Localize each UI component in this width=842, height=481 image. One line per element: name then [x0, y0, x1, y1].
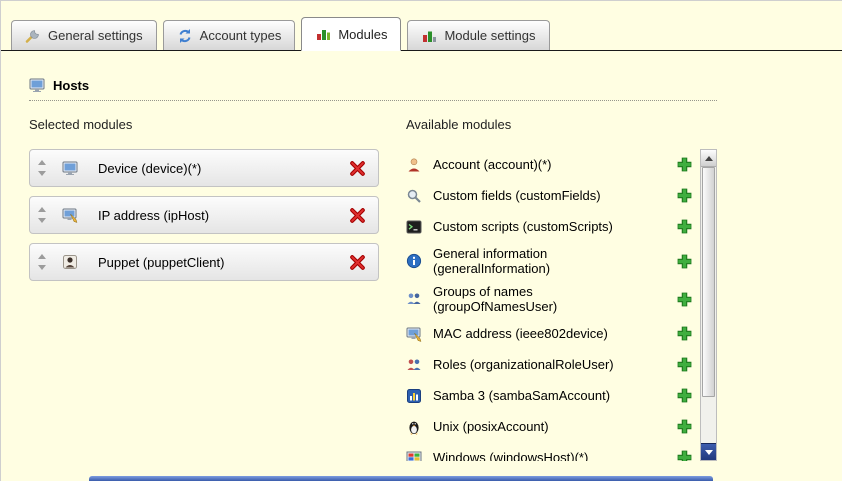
drag-handle-icon[interactable] — [37, 254, 47, 270]
samba-icon — [406, 388, 422, 404]
wrench-icon — [25, 28, 41, 44]
red-x-icon — [349, 254, 366, 271]
tab-general-settings[interactable]: General settings — [11, 20, 157, 50]
custom-fields-icon — [406, 188, 422, 204]
green-plus-icon — [676, 356, 693, 373]
green-plus-icon — [676, 156, 693, 173]
bottom-bar — [89, 476, 713, 481]
ip-address-icon — [62, 207, 78, 223]
tab-account-types[interactable]: Account types — [163, 20, 296, 50]
remove-module-button[interactable] — [349, 160, 366, 177]
windows-icon — [406, 450, 422, 462]
host-monitor-icon — [29, 77, 45, 93]
add-module-button[interactable] — [676, 187, 693, 204]
green-plus-icon — [676, 418, 693, 435]
add-module-button[interactable] — [676, 418, 693, 435]
available-module-row: MAC address (ieee802device) — [406, 318, 693, 349]
add-module-button[interactable] — [676, 156, 693, 173]
tab-label: General settings — [48, 28, 143, 43]
down-arrow-icon — [705, 450, 713, 455]
module-label: Device (device)(*) — [98, 161, 201, 176]
module-label: Roles (organizationalRoleUser) — [433, 357, 651, 372]
scroll-up-button[interactable] — [701, 150, 716, 167]
available-modules-list: Account (account)(*) — [406, 149, 717, 461]
selected-module-row[interactable]: IP address (ipHost) — [29, 196, 379, 234]
module-columns: Selected modules Device (device)(*) — [29, 117, 717, 461]
available-module-row: Custom scripts (customScripts) — [406, 211, 693, 242]
green-plus-icon — [676, 187, 693, 204]
available-module-row: General information (generalInformation) — [406, 242, 693, 280]
lam-config-page: General settings Account types Modules — [0, 0, 842, 481]
tab-modules[interactable]: Modules — [301, 17, 401, 51]
add-module-button[interactable] — [676, 325, 693, 342]
available-module-row: Groups of names (groupOfNamesUser) — [406, 280, 693, 318]
available-modules-heading: Available modules — [406, 117, 717, 132]
add-module-button[interactable] — [676, 291, 693, 308]
module-label: IP address (ipHost) — [98, 208, 209, 223]
available-module-row: Unix (posixAccount) — [406, 411, 693, 442]
module-label: Account (account)(*) — [433, 157, 651, 172]
module-label: Samba 3 (sambaSamAccount) — [433, 388, 651, 403]
available-module-row: Custom fields (customFields) — [406, 180, 693, 211]
tab-label: Modules — [338, 27, 387, 42]
remove-module-button[interactable] — [349, 254, 366, 271]
add-module-button[interactable] — [676, 356, 693, 373]
drag-handle-icon[interactable] — [37, 207, 47, 223]
selected-module-row[interactable]: Device (device)(*) — [29, 149, 379, 187]
green-plus-icon — [676, 218, 693, 235]
custom-scripts-icon — [406, 219, 422, 235]
module-label: Unix (posixAccount) — [433, 419, 651, 434]
modules-content: Hosts Selected modules Device (device — [1, 51, 717, 461]
green-plus-icon — [676, 291, 693, 308]
module-settings-icon — [421, 28, 437, 44]
scroll-down-button[interactable] — [701, 443, 716, 460]
puppet-icon — [62, 254, 78, 270]
add-module-button[interactable] — [676, 449, 693, 461]
module-label: General information (generalInformation) — [433, 246, 651, 276]
refresh-arrows-icon — [177, 28, 193, 44]
drag-handle-icon[interactable] — [37, 160, 47, 176]
up-arrow-icon — [705, 156, 713, 161]
module-label: Custom fields (customFields) — [433, 188, 651, 203]
green-plus-icon — [676, 449, 693, 461]
device-icon — [62, 160, 78, 176]
available-module-row: Samba 3 (sambaSamAccount) — [406, 380, 693, 411]
roles-icon — [406, 357, 422, 373]
add-module-button[interactable] — [676, 387, 693, 404]
scrollbar[interactable] — [700, 149, 717, 461]
selected-modules-column: Selected modules Device (device)(*) — [29, 117, 379, 461]
green-plus-icon — [676, 253, 693, 270]
available-modules-column: Available modules Account (account)(*) — [406, 117, 717, 461]
modules-chart-icon — [315, 26, 331, 42]
hosts-section-header: Hosts — [29, 77, 717, 101]
unix-penguin-icon — [406, 419, 422, 435]
red-x-icon — [349, 207, 366, 224]
tab-label: Account types — [200, 28, 282, 43]
info-icon — [406, 253, 422, 269]
mac-address-icon — [406, 326, 422, 342]
section-title: Hosts — [53, 78, 89, 93]
module-label: Custom scripts (customScripts) — [433, 219, 651, 234]
available-module-row: Roles (organizationalRoleUser) — [406, 349, 693, 380]
add-module-button[interactable] — [676, 253, 693, 270]
red-x-icon — [349, 160, 366, 177]
tab-module-settings[interactable]: Module settings — [407, 20, 549, 50]
available-module-row: Windows (windowsHost)(*) — [406, 442, 693, 461]
green-plus-icon — [676, 325, 693, 342]
groups-icon — [406, 291, 422, 307]
scrollbar-thumb[interactable] — [702, 167, 715, 397]
tab-label: Module settings — [444, 28, 535, 43]
account-icon — [406, 157, 422, 173]
module-label: Groups of names (groupOfNamesUser) — [433, 284, 651, 314]
module-label: MAC address (ieee802device) — [433, 326, 651, 341]
module-label: Puppet (puppetClient) — [98, 255, 224, 270]
selected-modules-heading: Selected modules — [29, 117, 379, 132]
remove-module-button[interactable] — [349, 207, 366, 224]
selected-module-row[interactable]: Puppet (puppetClient) — [29, 243, 379, 281]
module-label: Windows (windowsHost)(*) — [433, 450, 651, 461]
add-module-button[interactable] — [676, 218, 693, 235]
tab-bar: General settings Account types Modules — [1, 1, 842, 51]
green-plus-icon — [676, 387, 693, 404]
available-module-row: Account (account)(*) — [406, 149, 693, 180]
